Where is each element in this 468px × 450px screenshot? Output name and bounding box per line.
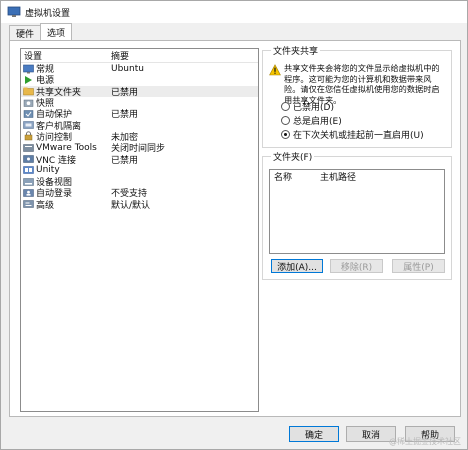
vm-settings-icon xyxy=(7,6,21,18)
advanced-icon xyxy=(23,199,34,209)
settings-item-label: VNC 连接 xyxy=(36,155,77,166)
radio-disabled-label[interactable]: 已禁用(D) xyxy=(293,100,334,113)
snapshot-icon xyxy=(23,98,34,108)
settings-item-setting: 访问控制 xyxy=(21,130,111,143)
settings-item-label: Unity xyxy=(36,165,60,176)
ok-button[interactable]: 确定 xyxy=(289,426,339,442)
settings-item-summary: 已禁用 xyxy=(111,155,139,166)
watermark: @稀土掘金技术社区 xyxy=(389,437,461,446)
radio-disabled[interactable]: 已禁用(D) xyxy=(281,100,334,113)
radio-disabled-circle[interactable] xyxy=(281,102,290,111)
tab-strip: 硬件 选项 xyxy=(9,23,73,41)
settings-item-vnc[interactable]: VNC 连接 已禁用 xyxy=(21,153,258,166)
warning-icon xyxy=(269,64,281,76)
settings-item-summary: 默认/默认 xyxy=(111,200,151,211)
folders-title: 文件夹(F) xyxy=(271,150,315,163)
unity-icon xyxy=(23,165,34,175)
settings-item-setting: VNC 连接 xyxy=(21,153,111,166)
settings-list-header: 设置 摘要 xyxy=(21,49,258,63)
settings-item-setting: VMware Tools xyxy=(21,143,111,153)
settings-item-advanced[interactable]: 高级 默认/默认 xyxy=(21,198,258,211)
folders-table-header: 名称 主机路径 xyxy=(270,170,444,183)
vmware-tools-icon xyxy=(23,143,34,153)
autologin-icon xyxy=(23,188,34,198)
radio-until-poweroff-label[interactable]: 在下次关机或挂起前一直启用(U) xyxy=(293,128,424,141)
settings-list-rows: 常规 Ubuntu 电源 共享文件夹 已禁用 快照 自动保护 已禁用 客户机隔离 访问控制 未加密 V… xyxy=(21,63,258,211)
settings-item-label: 高级 xyxy=(36,200,55,211)
radio-always-enabled-circle[interactable] xyxy=(281,116,290,125)
radio-always-enabled-label[interactable]: 总是启用(E) xyxy=(293,114,342,127)
column-header-summary[interactable]: 摘要 xyxy=(111,49,129,62)
tab-hardware[interactable]: 硬件 xyxy=(9,25,42,40)
radio-always-enabled[interactable]: 总是启用(E) xyxy=(281,114,342,127)
settings-item-summary: 已禁用 xyxy=(111,87,139,98)
access-control-icon xyxy=(23,131,34,141)
power-icon xyxy=(23,75,34,85)
settings-item-setting: Unity xyxy=(21,165,111,175)
folders-group: 文件夹(F) 名称 主机路径 添加(A)... 移除(R) 属性(P) xyxy=(262,150,452,280)
column-header-setting[interactable]: 设置 xyxy=(21,49,111,62)
vnc-icon xyxy=(23,154,34,164)
window-title: 虚拟机设置 xyxy=(25,8,71,19)
options-panel: 设置 摘要 常规 Ubuntu 电源 共享文件夹 已禁用 快照 自动保护 已禁用 客户机隔离 访问… xyxy=(9,40,461,417)
settings-list: 设置 摘要 常规 Ubuntu 电源 共享文件夹 已禁用 快照 自动保护 已禁用 客户机隔离 访问… xyxy=(20,48,259,412)
guest-isolation-icon xyxy=(23,120,34,130)
folder-sharing-title: 文件夹共享 xyxy=(271,44,321,57)
general-icon xyxy=(23,64,34,74)
tab-options[interactable]: 选项 xyxy=(40,23,73,40)
autoprotect-icon xyxy=(23,109,34,119)
settings-item-label: VMware Tools xyxy=(36,142,97,153)
radio-until-poweroff[interactable]: 在下次关机或挂起前一直启用(U) xyxy=(281,128,424,141)
folders-table[interactable]: 名称 主机路径 xyxy=(269,169,445,254)
vm-settings-dialog: 虚拟机设置 硬件 选项 设置 摘要 常规 Ubuntu 电源 共享文件夹 已禁用 快照 自动… xyxy=(0,0,468,450)
settings-item-summary: 已禁用 xyxy=(111,110,139,121)
remove-folder-button[interactable]: 移除(R) xyxy=(330,259,383,273)
folder-sharing-group: 文件夹共享 共享文件夹会将您的文件显示给虚拟机中的程序。这可能为您的计算机和数据… xyxy=(262,44,452,148)
device-view-icon xyxy=(23,177,34,187)
settings-item-label: 访问控制 xyxy=(36,132,73,143)
folder-properties-button[interactable]: 属性(P) xyxy=(392,259,445,273)
column-header-host-path[interactable]: 主机路径 xyxy=(320,170,356,183)
add-folder-button[interactable]: 添加(A)... xyxy=(271,259,323,273)
settings-item-summary: Ubuntu xyxy=(111,63,144,74)
title-bar: 虚拟机设置 xyxy=(1,1,467,23)
column-header-name[interactable]: 名称 xyxy=(270,170,320,183)
shared-folder-icon xyxy=(23,86,34,96)
warning-row: 共享文件夹会将您的文件显示给虚拟机中的程序。这可能为您的计算机和数据带来风险。请… xyxy=(269,63,445,105)
settings-item-setting: 高级 xyxy=(21,198,111,211)
radio-until-poweroff-circle[interactable] xyxy=(281,130,290,139)
warning-text: 共享文件夹会将您的文件显示给虚拟机中的程序。这可能为您的计算机和数据带来风险。请… xyxy=(284,63,440,105)
